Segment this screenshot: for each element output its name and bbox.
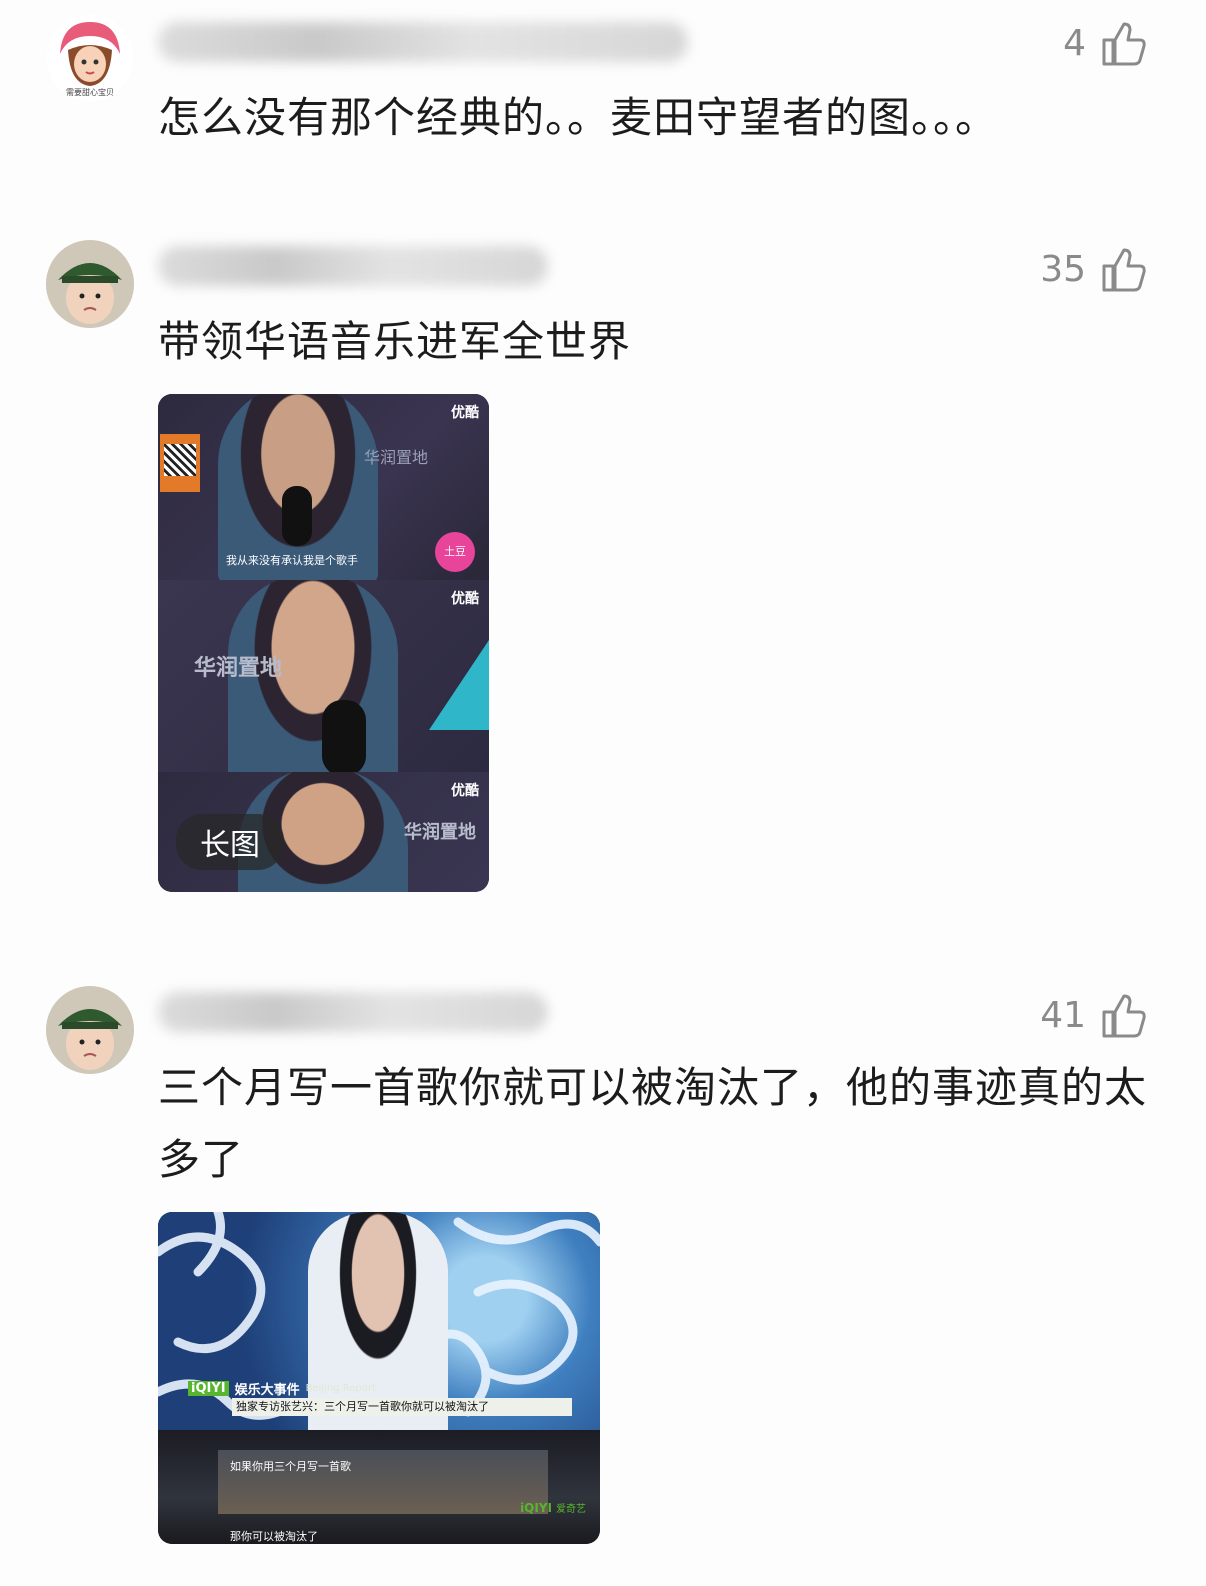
thumbs-up-icon [1102,994,1146,1038]
watermark: 优酷 [451,783,479,799]
qr-code-icon [160,434,200,492]
triangle-decoration [429,640,489,730]
long-image-tag: 长图 [176,814,284,870]
thumbs-up-icon [1102,248,1146,292]
watermark: 优酷 [451,405,479,421]
video-subtitle: 如果你用三个月写一首歌 [230,1460,351,1473]
video-subtitle: 那你可以被淘汰了 [230,1530,318,1543]
like-button[interactable]: 4 [1063,18,1148,68]
headline-bar: 独家专访张艺兴：三个月写一首歌你就可以被淘汰了 [232,1398,572,1416]
like-button[interactable]: 35 [1040,244,1148,294]
iqiyi-logo: iQIYI [188,1380,229,1396]
like-count: 4 [1063,22,1086,64]
user-avatar[interactable] [46,240,134,328]
image-frame: 优酷 华润置地 [158,580,489,772]
comment-text: 三个月写一首歌你就可以被淘汰了，他的事迹真的太多了 [158,1063,1148,1184]
comment-text: 怎么没有那个经典的。。麦田守望者的图。。。 [158,93,999,142]
user-avatar[interactable] [46,986,134,1074]
user-avatar[interactable]: 需要甜心宝贝 [46,14,134,102]
like-count: 41 [1040,994,1086,1036]
video-subtitle: 我从来没有承认我是个歌手 [226,554,358,567]
username-blurred[interactable] [158,246,548,286]
avatar-caption: 需要甜心宝贝 [66,88,114,97]
backdrop-sign: 华润置地 [194,656,283,681]
image-frame: 优酷 华润置地 土豆 我从来没有承认我是个歌手 [158,394,489,580]
thumbs-up-icon [1102,22,1146,66]
badge-icon: 土豆 [435,532,475,572]
watermark: 优酷 [451,591,479,607]
like-button[interactable]: 41 [1040,990,1148,1040]
boy-green-hat-avatar-icon [46,240,134,328]
backdrop-sign: 华润置地 [364,448,429,467]
comment-text: 带领华语音乐进军全世界 [158,317,632,366]
like-count: 35 [1040,248,1086,290]
boy-green-hat-avatar-icon [46,986,134,1074]
comment-image-long[interactable]: 优酷 华润置地 土豆 我从来没有承认我是个歌手 优酷 华润置地 优酷 华润置地 … [158,394,489,892]
show-title: 娱乐大事件 [234,1382,300,1398]
iqiyi-watermark: iQIYI 爱奇艺 [520,1500,586,1516]
username-blurred[interactable] [158,22,688,62]
microphone-icon [322,700,366,772]
comment-image[interactable]: iQIYI 娱乐大事件 Beijing Report 独家专访张艺兴：三个月写一… [158,1212,600,1544]
backdrop-sign: 华润置地 [404,822,476,843]
image-frame: iQIYI 爱奇艺 如果你用三个月写一首歌 那你可以被淘汰了 [158,1430,600,1544]
badge-text: 土豆 [444,545,466,558]
microphone-icon [282,486,312,546]
brand-bar: iQIYI 娱乐大事件 Beijing Report [188,1378,376,1398]
username-blurred[interactable] [158,992,548,1032]
show-title-en: Beijing Report [305,1382,376,1394]
